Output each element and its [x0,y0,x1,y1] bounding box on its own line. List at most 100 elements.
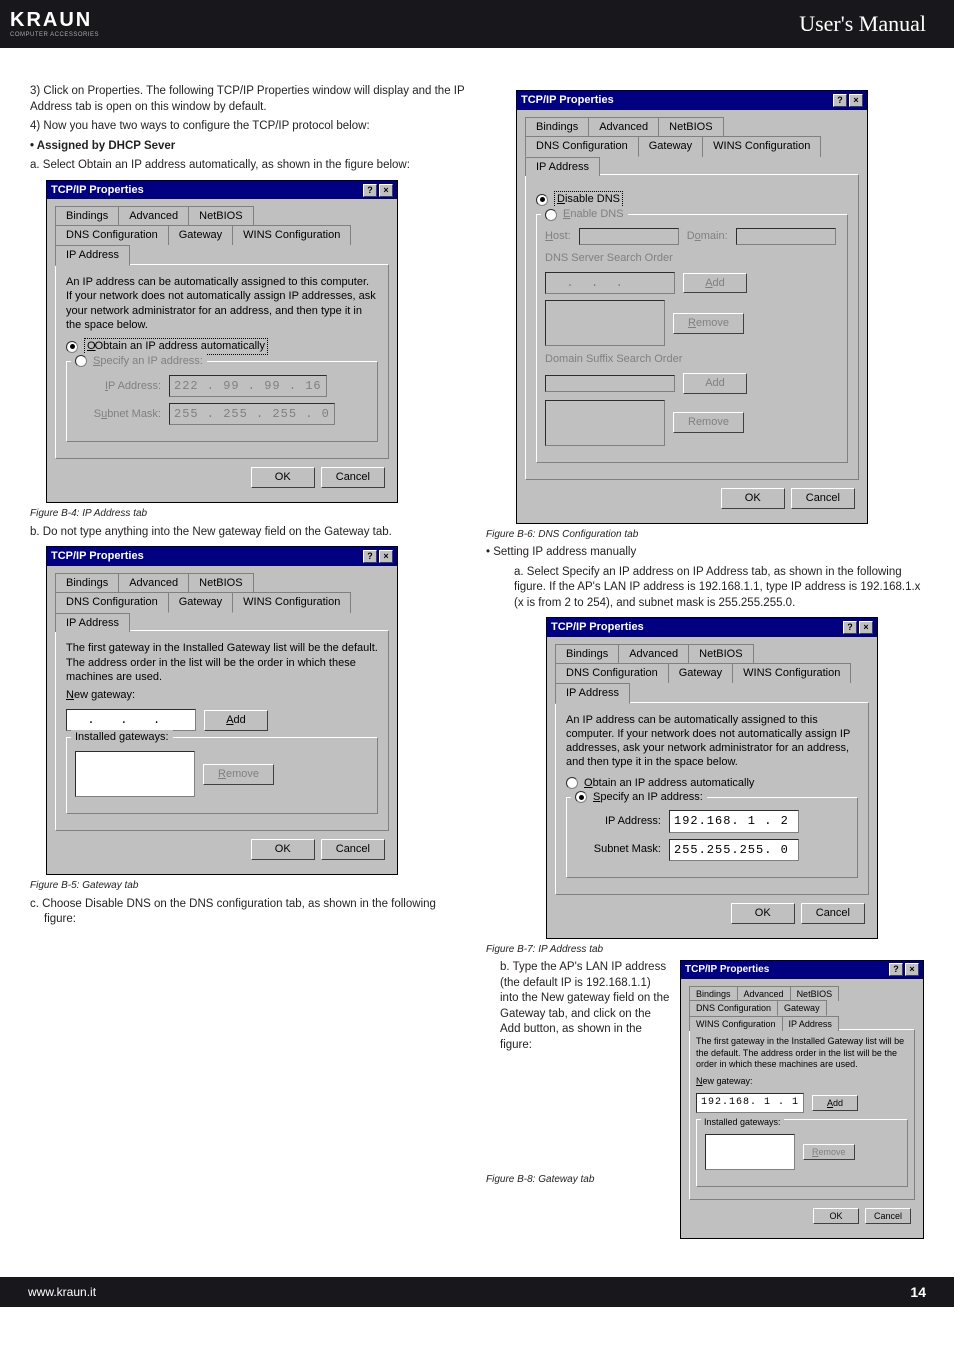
tab-winsconf[interactable]: WINS Configuration [232,592,351,613]
tab-ipaddress[interactable]: IP Address [555,683,630,704]
manual-step-b: b. Type the AP's LAN IP address (the def… [486,960,670,1053]
remove-button: Remove [673,412,744,433]
radio-specify[interactable]: Specify an IP address: [571,790,707,805]
tab-gateway[interactable]: Gateway [777,1000,827,1016]
radio-specify[interactable]: Specify an IP address: [71,354,207,369]
ipaddress-row: IP Address: 192.168. 1 . 2 [575,810,849,832]
cancel-button[interactable]: Cancel [321,839,385,860]
close-icon[interactable]: × [905,963,919,976]
ipaddress-label: IP Address: [575,814,661,829]
close-icon[interactable]: × [379,550,393,563]
tab-panel: An IP address can be automatically assig… [55,264,389,459]
page: KRAUN COMPUTER ACCESSORIES User's Manual… [0,0,954,1307]
tab-gateway[interactable]: Gateway [168,225,233,245]
new-gateway-row: 192.168. 1 . 1 Add [696,1093,908,1113]
tab-gateway[interactable]: Gateway [638,136,703,157]
tab-winsconf[interactable]: WINS Configuration [689,1016,783,1031]
right-column: TCP/IP Properties ? × Bindings Advanced … [486,84,924,1239]
tab-dnsconf[interactable]: DNS Configuration [525,136,639,157]
tab-bindings[interactable]: Bindings [525,117,589,137]
tab-gateway[interactable]: Gateway [168,592,233,613]
radio-disable-dns[interactable]: Disable DNS [536,191,848,208]
help-icon[interactable]: ? [363,550,377,563]
dialog-title-text: TCP/IP Properties [685,963,769,977]
tcpip-dialog-b7: TCP/IP Properties ? × Bindings Advanced … [546,617,878,938]
close-icon[interactable]: × [849,94,863,107]
tab-ipaddress[interactable]: IP Address [55,613,130,633]
page-number: 14 [910,1284,926,1300]
cancel-button[interactable]: Cancel [321,467,385,488]
tab-netbios[interactable]: NetBIOS [658,117,723,137]
close-icon[interactable]: × [379,184,393,197]
help-icon[interactable]: ? [843,621,857,634]
installed-gateways-list[interactable] [705,1134,795,1170]
dialog-title-text: TCP/IP Properties [551,620,644,635]
tab-dnsconf[interactable]: DNS Configuration [55,225,169,245]
ipaddress-field[interactable]: 192.168. 1 . 2 [669,810,799,832]
help-icon[interactable]: ? [833,94,847,107]
close-icon[interactable]: × [859,621,873,634]
subnet-field[interactable]: 255.255.255. 0 [669,839,799,861]
installed-gateways-list[interactable] [75,751,195,797]
tabs-row-top: Bindings Advanced NetBIOS [555,643,869,663]
tab-bindings[interactable]: Bindings [55,206,119,226]
tab-ipaddress[interactable]: IP Address [782,1016,839,1031]
tab-advanced[interactable]: Advanced [618,644,689,664]
new-gateway-field[interactable]: . . . [66,709,196,731]
dialog-button-row: OK Cancel [525,480,859,513]
dialog-button-row: OK Cancel [555,895,869,928]
tab-netbios[interactable]: NetBIOS [188,573,253,593]
ok-button[interactable]: OK [251,839,315,860]
tab-advanced[interactable]: Advanced [588,117,659,137]
subnet-label: Subnet Mask: [575,842,661,857]
host-domain-row: Host: Domain: [545,228,839,245]
dns-order-ip: . . . [545,272,675,294]
tab-bindings[interactable]: Bindings [555,644,619,664]
cancel-button[interactable]: Cancel [791,488,855,509]
titlebar-buttons: ? × [843,621,873,634]
dialog-button-row: OK Cancel [55,459,389,492]
tab-dnsconf[interactable]: DNS Configuration [555,663,669,683]
tab-dnsconf[interactable]: DNS Configuration [689,1000,778,1016]
tab-netbios[interactable]: NetBIOS [790,986,840,1001]
radio-icon [75,355,87,367]
tab-bindings[interactable]: Bindings [689,986,738,1001]
add-button[interactable]: Add [204,710,268,731]
cancel-button[interactable]: Cancel [801,903,865,924]
tab-ipaddress[interactable]: IP Address [55,245,130,266]
ok-button[interactable]: OK [813,1208,859,1224]
tab-advanced[interactable]: Advanced [118,206,189,226]
body-columns: 3) Click on Properties. The following TC… [0,48,954,1259]
tab-advanced[interactable]: Advanced [737,986,791,1001]
tab-gateway[interactable]: Gateway [668,663,733,683]
ok-button[interactable]: OK [251,467,315,488]
tab-winsconf[interactable]: WINS Configuration [702,136,821,157]
radio-enable-dns[interactable]: Enable DNS [541,207,628,222]
ipaddress-label: IP Address: [75,379,161,394]
tab-netbios[interactable]: NetBIOS [188,206,253,226]
new-gateway-field[interactable]: 192.168. 1 . 1 [696,1093,804,1113]
tabs-row-top: Bindings Advanced NetBIOS [55,572,389,592]
dns-order-label: DNS Server Search Order [545,251,839,266]
cancel-button[interactable]: Cancel [865,1208,911,1224]
dns-order-list [545,300,665,346]
radio-icon [545,209,557,221]
ok-button[interactable]: OK [721,488,785,509]
titlebar-buttons: ? × [833,94,863,107]
tab-winsconf[interactable]: WINS Configuration [732,663,851,683]
ok-button[interactable]: OK [731,903,795,924]
add-button[interactable]: Add [812,1095,858,1111]
help-icon[interactable]: ? [889,963,903,976]
tab-netbios[interactable]: NetBIOS [688,644,753,664]
tab-dnsconf[interactable]: DNS Configuration [55,592,169,613]
help-icon[interactable]: ? [363,184,377,197]
tcpip-dialog-b8: TCP/IP Properties ? × Bindings Advanced … [680,960,924,1239]
tab-winsconf[interactable]: WINS Configuration [232,225,351,245]
dialog-title-text: TCP/IP Properties [51,183,144,198]
radio-obtain-auto[interactable]: Obtain an IP address automatically [566,776,858,791]
tab-ipaddress[interactable]: IP Address [525,157,600,177]
radio-obtain-auto[interactable]: OObtain an IP address automatically [66,338,378,355]
tab-advanced[interactable]: Advanced [118,573,189,593]
tab-bindings[interactable]: Bindings [55,573,119,593]
specify-group: Specify an IP address: IP Address: 222 .… [66,361,378,442]
